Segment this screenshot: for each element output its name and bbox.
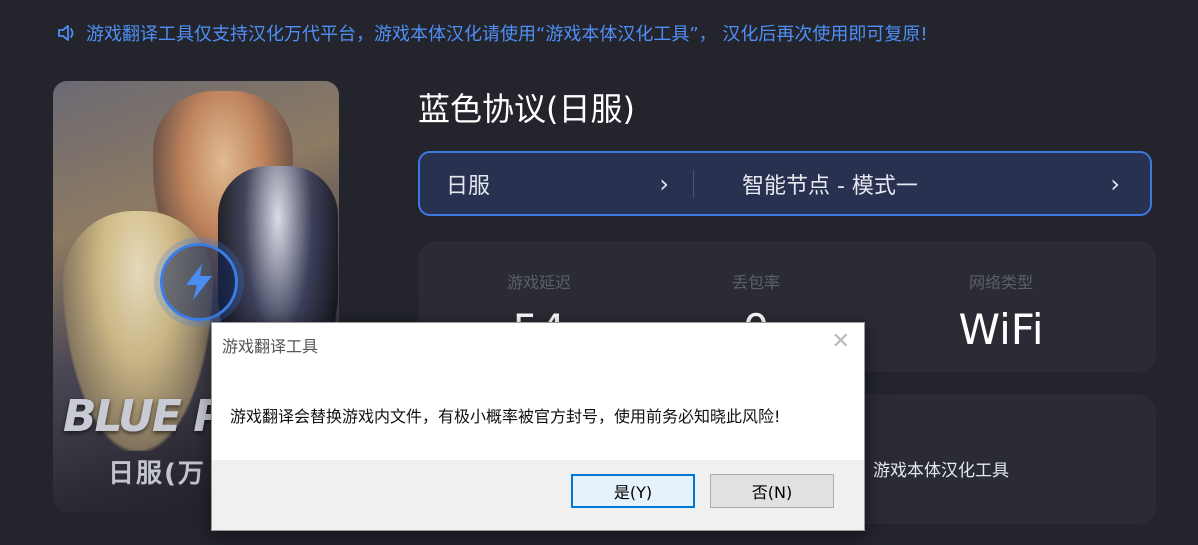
notice-text: 游戏翻译工具仅支持汉化万代平台，游戏本体汉化请使用“游戏本体汉化工具”， 汉化后… bbox=[86, 24, 928, 45]
chevron-right-icon: › bbox=[659, 169, 669, 198]
dialog-footer: 是(Y) 否(N) bbox=[212, 460, 864, 530]
speaker-icon bbox=[58, 25, 74, 41]
no-button[interactable]: 否(N) bbox=[710, 474, 834, 508]
game-title: 蓝色协议(日服) bbox=[418, 90, 635, 128]
node-selector[interactable]: 智能节点 - 模式一 › bbox=[694, 153, 1150, 214]
boost-button[interactable] bbox=[160, 243, 238, 321]
confirm-dialog: 游戏翻译工具 ✕ 游戏翻译会替换游戏内文件，有极小概率被官方封号，使用前务必知晓… bbox=[211, 322, 865, 531]
stat-value: WiFi bbox=[958, 305, 1044, 354]
cover-sub-text: 日服(万 bbox=[108, 459, 206, 489]
dialog-title: 游戏翻译工具 bbox=[222, 337, 319, 356]
stat-caption: 网络类型 bbox=[968, 273, 1033, 292]
yes-button[interactable]: 是(Y) bbox=[571, 474, 695, 508]
notice-bar: 游戏翻译工具仅支持汉化万代平台，游戏本体汉化请使用“游戏本体汉化工具”， 汉化后… bbox=[56, 20, 928, 46]
stat-network-type: 网络类型 WiFi bbox=[946, 269, 1056, 354]
stat-caption: 游戏延迟 bbox=[506, 273, 571, 292]
chevron-right-icon: › bbox=[1110, 169, 1120, 198]
stat-caption: 丢包率 bbox=[731, 273, 780, 292]
dialog-message: 游戏翻译会替换游戏内文件，有极小概率被官方封号，使用前务必知晓此风险! bbox=[230, 407, 781, 426]
region-label: 日服 bbox=[446, 173, 491, 199]
tool-localization-button[interactable]: 游戏本体汉化工具 bbox=[873, 456, 1009, 481]
server-selector: 日服 › 智能节点 - 模式一 › bbox=[418, 151, 1152, 216]
region-selector[interactable]: 日服 › bbox=[420, 153, 693, 214]
close-icon[interactable]: ✕ bbox=[832, 329, 850, 354]
lightning-icon bbox=[186, 264, 212, 300]
node-label: 智能节点 - 模式一 bbox=[742, 173, 918, 199]
